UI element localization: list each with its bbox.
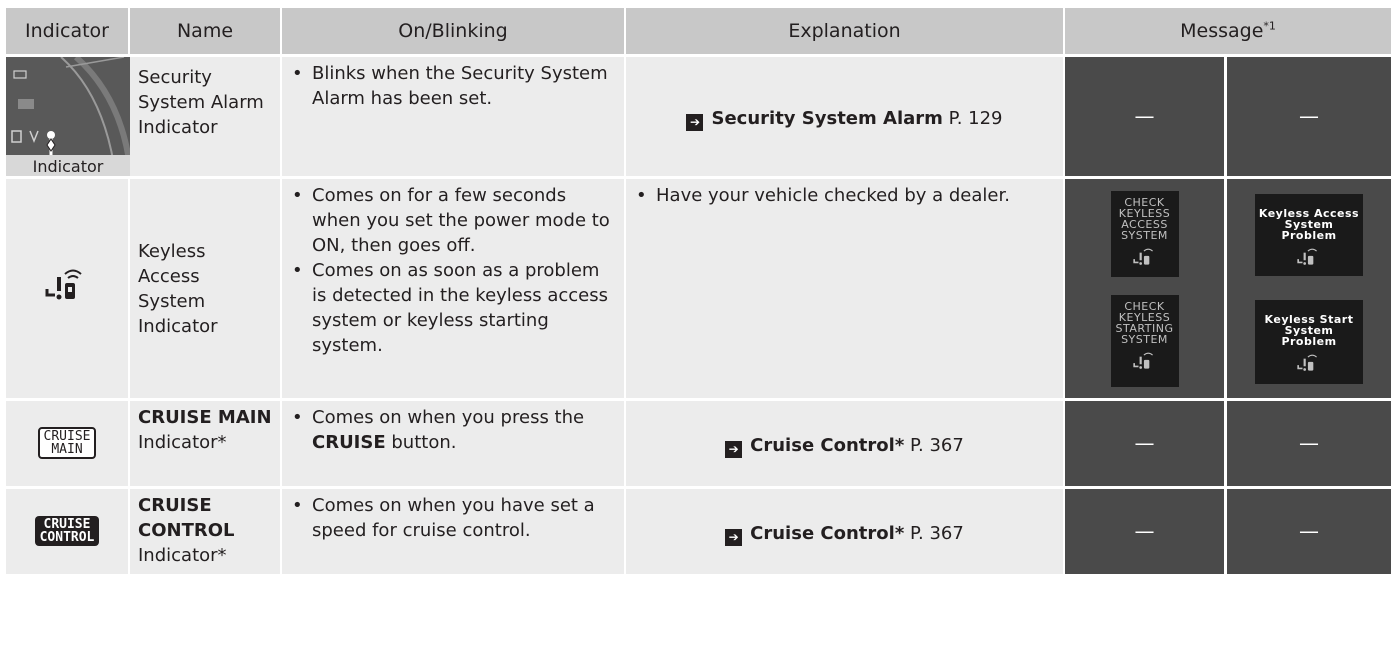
indicator-name-suffix: Indicator* [138, 432, 227, 453]
indicator-name-bold: CRUISE CONTROL [138, 495, 235, 541]
on-text-prefix: Comes on when you press the [312, 407, 585, 428]
keyless-warning-icon [1111, 351, 1179, 373]
reference-arrow-icon: ➔ [725, 529, 743, 546]
list-item: Comes on as soon as a problem is detecte… [288, 258, 618, 358]
indicator-name-bold: CRUISE MAIN [138, 407, 272, 428]
screen-text: CHECK KEYLESS ACCESS SYSTEM [1118, 195, 1171, 242]
message-cell-2: Keyless Access System Problem Keyless St… [1227, 176, 1391, 398]
reference-page: P. 129 [948, 108, 1003, 129]
header-row: Indicator Name On/Blinking Explanation M… [6, 8, 1391, 54]
indicator-cell: Indicator [6, 54, 133, 180]
list-item: Comes on for a few seconds when you set … [288, 183, 618, 258]
list-item: Comes on when you have set a speed for c… [288, 493, 618, 543]
reference-page: P. 367 [909, 435, 964, 456]
on-text-suffix: button. [385, 432, 457, 453]
name-cell: Keyless Access System Indicator [130, 176, 282, 398]
on-blinking-cell: Comes on when you press the CRUISE butto… [282, 398, 626, 486]
cruise-control-icon-text: CRUISE CONTROL [39, 516, 95, 545]
reference-arrow-icon: ➔ [686, 114, 704, 131]
header-name: Name [130, 8, 282, 54]
explanation-cell: Have your vehicle checked by a dealer. [626, 176, 1065, 398]
message-cell-2: — [1227, 398, 1391, 486]
on-blinking-cell: Comes on for a few seconds when you set … [282, 176, 626, 398]
explanation-cell: ➔ Cruise Control* P. 367 [626, 398, 1065, 486]
keyless-warning-icon [45, 269, 82, 300]
table-row: Keyless Access System Indicator Comes on… [6, 176, 1391, 398]
table-row: Indicator Security System Alarm Indicato… [6, 54, 1391, 180]
list-item: Have your vehicle checked by a dealer. [632, 183, 1057, 208]
list-item: Blinks when the Security System Alarm ha… [288, 61, 618, 111]
indicator-name-suffix: Indicator* [138, 545, 227, 566]
screen-text: Keyless Access System Problem [1258, 206, 1360, 242]
indicator-cell [6, 176, 130, 398]
name-cell: CRUISE MAIN Indicator* [130, 398, 282, 486]
message-cell-2: — [1227, 486, 1391, 574]
on-text-bold: CRUISE [312, 432, 386, 453]
indicator-cell: CRUISE MAIN [6, 398, 130, 486]
explanation-cell: ➔ Security System Alarm P. 129 [626, 54, 1065, 176]
on-blinking-cell: Blinks when the Security System Alarm ha… [282, 54, 626, 176]
screen-text: Keyless Start System Problem [1264, 312, 1354, 348]
indicator-name: Keyless Access System Indicator [138, 240, 218, 337]
reference-link[interactable]: Cruise Control* [750, 523, 904, 544]
header-message: Message*1 [1065, 8, 1391, 54]
indicator-table: Indicator Name On/Blinking Explanation M… [6, 8, 1391, 574]
header-explanation: Explanation [626, 8, 1065, 54]
name-cell: CRUISE CONTROL Indicator* [130, 486, 282, 574]
explanation-cell: ➔ Cruise Control* P. 367 [626, 486, 1065, 574]
keyless-warning-icon [1111, 247, 1179, 269]
list-item: Comes on when you press the CRUISE butto… [288, 405, 618, 455]
screen-text: CHECK KEYLESS STARTING SYSTEM [1115, 299, 1174, 346]
indicator-name: Security System Alarm Indicator [138, 67, 264, 138]
table-row: CRUISE CONTROL CRUISE CONTROL Indicator* … [6, 486, 1391, 574]
header-on-blinking: On/Blinking [282, 8, 626, 54]
message-screen-keyless-start-problem: Keyless Start System Problem [1255, 299, 1363, 384]
indicator-cell: CRUISE CONTROL [6, 486, 130, 574]
message-cell-1: CHECK KEYLESS ACCESS SYSTEM CHECK KEYLES… [1065, 176, 1227, 398]
dashboard-illustration: Indicator [6, 54, 133, 180]
message-cell-1: — [1065, 486, 1227, 574]
on-blinking-cell: Comes on when you have set a speed for c… [282, 486, 626, 574]
keyless-warning-icon [1255, 353, 1363, 375]
message-screen-keyless-access-problem: Keyless Access System Problem [1255, 193, 1363, 276]
message-cell-1: — [1065, 398, 1227, 486]
reference-page: P. 367 [909, 523, 964, 544]
message-cell-2: — [1227, 54, 1391, 176]
message-screen-check-keyless-starting: CHECK KEYLESS STARTING SYSTEM [1110, 294, 1179, 387]
keyless-warning-icon [1255, 247, 1363, 269]
cruise-main-icon-text: CRUISE MAIN [43, 429, 91, 457]
message-screen-check-keyless-access: CHECK KEYLESS ACCESS SYSTEM [1110, 190, 1179, 277]
cruise-control-icon: CRUISE CONTROL [34, 515, 100, 546]
reference-arrow-icon: ➔ [725, 441, 743, 458]
reference-link[interactable]: Cruise Control* [750, 435, 904, 456]
cruise-main-icon: CRUISE MAIN [37, 427, 97, 459]
message-cell-1: — [1065, 54, 1227, 176]
table-row: CRUISEMAIN CRUISE MAIN Indicator* Comes … [6, 398, 1391, 486]
header-message-text: Message*1 [1180, 19, 1276, 43]
header-indicator: Indicator [6, 8, 130, 54]
reference-link[interactable]: Security System Alarm [711, 108, 942, 129]
name-cell: Security System Alarm Indicator [130, 54, 282, 176]
